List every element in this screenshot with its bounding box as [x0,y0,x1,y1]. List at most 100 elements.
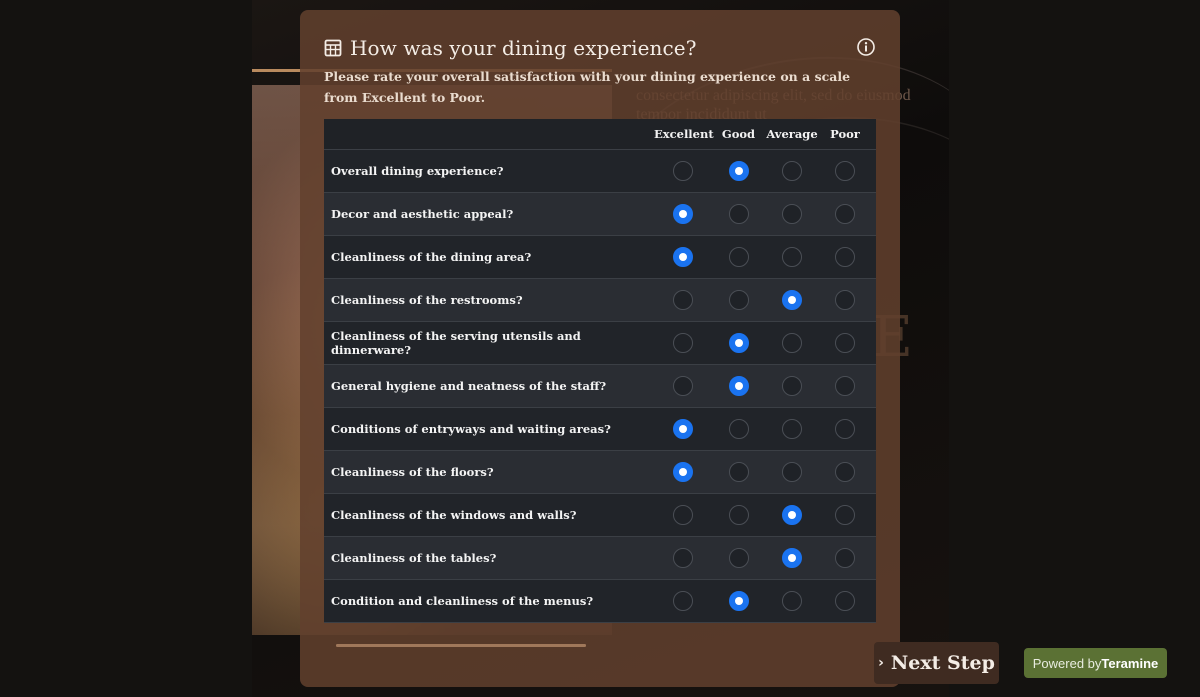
rating-cell [766,279,818,321]
radio-good[interactable] [728,505,749,525]
rating-cell [711,150,766,192]
radio-average[interactable] [782,333,802,353]
radio-poor[interactable] [835,204,855,224]
radio-excellent[interactable] [672,204,693,224]
radio-good[interactable] [728,376,749,396]
radio-excellent[interactable] [672,290,693,310]
rating-cell [766,494,818,536]
rating-cell [766,408,818,450]
radio-average[interactable] [782,247,802,267]
rating-cell [654,451,711,493]
matrix-row: Decor and aesthetic appeal? [324,193,876,236]
column-good: Good [721,127,756,141]
radio-excellent[interactable] [672,247,693,267]
radio-good[interactable] [728,290,749,310]
info-icon[interactable] [856,37,876,57]
rating-cell [711,408,766,450]
column-poor: Poor [830,127,860,141]
rating-cell [711,322,766,364]
rating-cell [654,580,711,622]
rating-cell [654,494,711,536]
column-average: Average [766,127,818,141]
radio-excellent[interactable] [672,419,693,439]
radio-poor[interactable] [835,247,855,267]
row-label: Overall dining experience? [331,164,504,178]
radio-good[interactable] [728,204,749,224]
rating-cell [654,537,711,579]
rating-cell [818,279,872,321]
progress-bar [336,644,586,647]
radio-poor[interactable] [835,161,855,181]
rating-cell [654,365,711,407]
rating-cell [818,322,872,364]
radio-average[interactable] [782,505,802,525]
radio-poor[interactable] [835,290,855,310]
radio-excellent[interactable] [672,505,693,525]
rating-cell [818,451,872,493]
row-label: Conditions of entryways and waiting area… [331,422,611,436]
radio-poor[interactable] [835,548,855,568]
radio-poor[interactable] [835,505,855,525]
rating-cell [711,236,766,278]
row-label: Cleanliness of the tables? [331,551,497,565]
radio-excellent[interactable] [672,161,693,181]
matrix-row: Cleanliness of the dining area? [324,236,876,279]
matrix-body: Overall dining experience? Decor and aest… [324,150,876,623]
rating-cell [711,279,766,321]
rating-cell [818,580,872,622]
survey-title: How was your dining experience? [350,36,697,60]
radio-poor[interactable] [835,462,855,482]
radio-average[interactable] [782,290,802,310]
radio-good[interactable] [728,333,749,353]
powered-by-brand: Teramine [1101,655,1159,671]
row-label: Cleanliness of the dining area? [331,250,532,264]
next-step-label: Next Step [890,652,995,674]
radio-average[interactable] [782,161,802,181]
radio-good[interactable] [728,462,749,482]
radio-average[interactable] [782,548,802,568]
table-icon [324,39,342,57]
radio-average[interactable] [782,419,802,439]
next-step-button[interactable]: › Next Step [874,642,999,684]
radio-average[interactable] [782,204,802,224]
rating-cell [654,150,711,192]
radio-excellent[interactable] [672,333,693,353]
radio-average[interactable] [782,462,802,482]
rating-cell [711,193,766,235]
row-label: Cleanliness of the restrooms? [331,293,523,307]
radio-average[interactable] [782,376,802,396]
radio-good[interactable] [728,419,749,439]
radio-excellent[interactable] [672,462,693,482]
row-label: Cleanliness of the windows and walls? [331,508,577,522]
matrix-row: Cleanliness of the windows and walls? [324,494,876,537]
radio-poor[interactable] [835,376,855,396]
rating-cell [654,408,711,450]
radio-poor[interactable] [835,333,855,353]
rating-cell [766,322,818,364]
radio-good[interactable] [728,591,749,611]
matrix-row: Conditions of entryways and waiting area… [324,408,876,451]
rating-cell [818,365,872,407]
matrix-row: Condition and cleanliness of the menus? [324,580,876,623]
radio-good[interactable] [728,247,749,267]
radio-poor[interactable] [835,591,855,611]
radio-poor[interactable] [835,419,855,439]
powered-by-badge[interactable]: Powered by Teramine [1024,648,1167,678]
rating-cell [766,580,818,622]
radio-average[interactable] [782,591,802,611]
radio-good[interactable] [728,548,749,568]
rating-cell [766,150,818,192]
radio-excellent[interactable] [672,591,693,611]
radio-excellent[interactable] [672,376,693,396]
row-label: Decor and aesthetic appeal? [331,207,514,221]
column-excellent: Excellent [654,127,714,141]
radio-good[interactable] [728,161,749,181]
matrix-row: Cleanliness of the floors? [324,451,876,494]
rating-cell [711,451,766,493]
rating-cell [766,451,818,493]
radio-excellent[interactable] [672,548,693,568]
matrix-row: Cleanliness of the serving utensils and … [324,322,876,365]
progress-fill [336,644,586,647]
survey-description: Please rate your overall satisfaction wi… [324,69,851,105]
matrix-header: Excellent Good Average Poor [324,119,876,150]
